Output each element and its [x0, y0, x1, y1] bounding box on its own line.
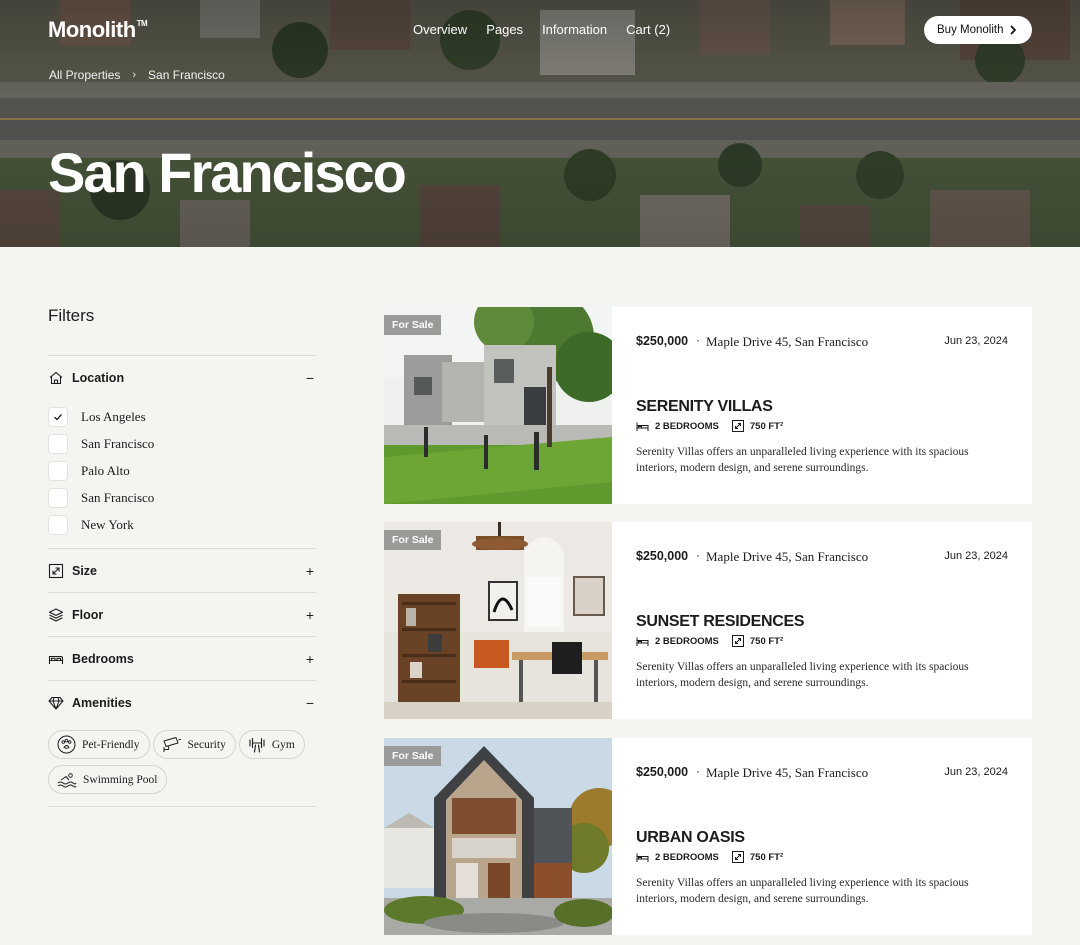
location-options: Los Angeles San Francisco Palo Alto San …: [48, 399, 316, 548]
chip-pet-friendly[interactable]: Pet-Friendly: [48, 730, 150, 759]
collapse-icon[interactable]: −: [306, 370, 314, 386]
listing-meta: 2 BEDROOMS 750 FT²: [636, 635, 796, 647]
paw-icon: [57, 735, 76, 754]
house-icon: [48, 370, 64, 386]
status-badge: For Sale: [384, 530, 442, 550]
checkbox[interactable]: [48, 433, 68, 454]
filter-size: Size +: [48, 548, 316, 592]
breadcrumb: All Properties › San Francisco: [49, 68, 225, 82]
listing-address: Maple Drive 45, San Francisco: [706, 334, 869, 349]
gabled-house-photo: [384, 738, 612, 935]
camera-icon: [163, 736, 181, 752]
checkbox[interactable]: [48, 460, 68, 481]
location-option[interactable]: Los Angeles: [48, 403, 316, 430]
layers-icon: [48, 607, 64, 623]
nav-cart[interactable]: Cart (2): [626, 22, 670, 37]
waves-icon: [57, 772, 77, 787]
listing-description: Serenity Villas offers an unparalleled l…: [636, 877, 969, 905]
status-badge: For Sale: [384, 746, 442, 766]
diamond-icon: [48, 695, 64, 711]
filter-floor-header[interactable]: Floor +: [48, 593, 316, 636]
filter-bedrooms-header[interactable]: Bedrooms +: [48, 637, 316, 680]
listing-description: Serenity Villas offers an unparalleled l…: [636, 661, 969, 689]
listing-name[interactable]: URBAN OASIS: [636, 829, 745, 847]
chip-gym[interactable]: Gym: [238, 730, 305, 759]
modern-house-photo: [384, 307, 612, 504]
filter-floor: Floor +: [48, 592, 316, 636]
bed-icon: [48, 651, 64, 667]
resize-icon: [731, 851, 744, 863]
checkbox[interactable]: [48, 514, 68, 535]
listing-date: Jun 23, 2024: [944, 550, 1008, 562]
location-option[interactable]: New York: [48, 511, 316, 538]
separator-dot: ·: [696, 333, 700, 347]
listing-name[interactable]: SUNSET RESIDENCES: [636, 613, 805, 631]
listing-price: $250,000: [636, 549, 689, 563]
listing-image[interactable]: For Sale: [384, 307, 612, 504]
filters-title: Filters: [48, 306, 95, 325]
breadcrumb-all-properties[interactable]: All Properties: [49, 68, 120, 82]
filter-location-header[interactable]: Location −: [48, 356, 316, 399]
nav-information[interactable]: Information: [542, 22, 607, 37]
expand-icon[interactable]: +: [306, 607, 314, 623]
listing-price: $250,000: [636, 765, 689, 779]
buy-monolith-button[interactable]: Buy Monolith: [924, 16, 1032, 44]
filters-panel: Filters Location − Los Angeles San Franc…: [48, 300, 316, 807]
listing-card[interactable]: For Sale $250,000 · Maple Drive 45, San …: [384, 738, 1032, 935]
resize-icon: [731, 420, 744, 432]
location-option[interactable]: San Francisco: [48, 430, 316, 457]
check-icon: [54, 413, 62, 420]
nav-overview[interactable]: Overview: [413, 22, 467, 37]
chip-security[interactable]: Security: [152, 730, 236, 759]
chip-swimming-pool[interactable]: Swimming Pool: [48, 765, 168, 794]
listing-date: Jun 23, 2024: [944, 766, 1008, 778]
filter-amenities: Amenities − Pet-Friendly Security Gym Sw…: [48, 680, 316, 806]
filter-amenities-header[interactable]: Amenities −: [48, 681, 316, 724]
filter-bedrooms: Bedrooms +: [48, 636, 316, 680]
brand-logo[interactable]: MonolithTM: [48, 17, 148, 43]
listing-image[interactable]: For Sale: [384, 738, 612, 935]
nav-pages[interactable]: Pages: [486, 22, 523, 37]
checkbox[interactable]: [48, 487, 68, 508]
page-title: San Francisco: [48, 141, 407, 204]
location-option[interactable]: San Francisco: [48, 484, 316, 511]
resize-icon: [48, 563, 64, 579]
listing-meta: 2 BEDROOMS 750 FT²: [636, 420, 796, 432]
expand-icon[interactable]: +: [306, 651, 314, 667]
listing-image[interactable]: For Sale: [384, 522, 612, 719]
resize-icon: [731, 635, 744, 647]
separator-dot: ·: [696, 548, 700, 562]
listing-description: Serenity Villas offers an unparalleled l…: [636, 446, 969, 474]
bed-icon: [636, 853, 649, 862]
interior-office-photo: [384, 522, 612, 719]
listing-meta: 2 BEDROOMS 750 FT²: [636, 851, 796, 863]
listing-card[interactable]: For Sale $250,000 · Maple Drive 45, San …: [384, 522, 1032, 719]
listing-price: $250,000: [636, 334, 689, 348]
chevron-right-icon: [1010, 25, 1016, 35]
listing-address: Maple Drive 45, San Francisco: [706, 549, 869, 564]
dumbbell-icon: [249, 737, 265, 753]
expand-icon[interactable]: +: [306, 563, 314, 579]
location-option[interactable]: Palo Alto: [48, 457, 316, 484]
main-nav: Overview Pages Information Cart (2): [413, 22, 670, 37]
filter-size-header[interactable]: Size +: [48, 549, 316, 592]
separator-dot: ·: [696, 764, 700, 778]
filter-location: Location − Los Angeles San Francisco Pal…: [48, 355, 316, 548]
listing-address: Maple Drive 45, San Francisco: [706, 765, 869, 780]
chevron-right-icon: ›: [132, 69, 137, 81]
amenity-chips: Pet-Friendly Security Gym Swimming Pool: [48, 724, 318, 806]
hero-banner: [0, 0, 1080, 247]
status-badge: For Sale: [384, 315, 442, 335]
listing-date: Jun 23, 2024: [944, 335, 1008, 347]
listing-card[interactable]: For Sale $250,000 · Maple Drive 45, San …: [384, 307, 1032, 504]
checkbox-checked[interactable]: [48, 406, 68, 427]
bed-icon: [636, 422, 649, 431]
breadcrumb-current: San Francisco: [148, 68, 225, 82]
listing-name[interactable]: SERENITY VILLAS: [636, 398, 773, 416]
collapse-icon[interactable]: −: [306, 695, 314, 711]
bed-icon: [636, 637, 649, 646]
